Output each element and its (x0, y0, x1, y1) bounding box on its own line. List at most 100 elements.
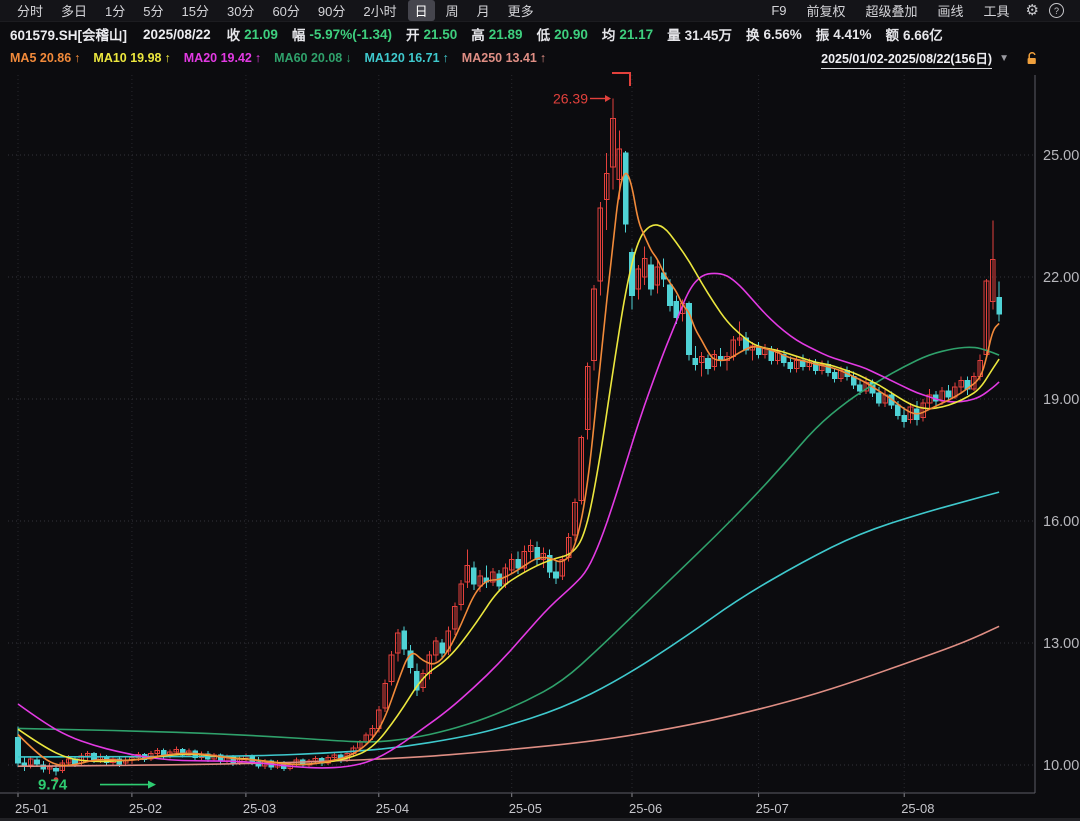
ma-label-value: MA20 19.42 (184, 51, 252, 65)
y-axis-label: 25.00 (1043, 148, 1079, 164)
ma-legend-MA5: MA5 20.86↑ (10, 51, 80, 65)
quote-field-value: 6.56% (763, 27, 801, 42)
tab-日[interactable]: 日 (408, 0, 435, 21)
gear-icon[interactable]: ⚙ (1026, 3, 1039, 18)
quote-field-label: 额 (886, 24, 900, 44)
quote-field-value: 6.66亿 (903, 24, 943, 44)
ma-legend-MA60: MA60 20.08↓ (274, 51, 351, 65)
quote-field-额: 额6.66亿 (886, 24, 943, 44)
chevron-down-icon[interactable]: ▼ (999, 53, 1009, 64)
ma-legend-MA250: MA250 13.41↑ (462, 51, 546, 65)
y-axis-label: 16.00 (1043, 514, 1079, 530)
tab-30分[interactable]: 30分 (220, 0, 261, 21)
y-axis-label: 22.00 (1043, 270, 1079, 286)
tab-1分[interactable]: 1分 (98, 0, 132, 21)
x-axis-label: 25-02 (129, 801, 162, 816)
quote-field-value: 21.50 (423, 27, 457, 42)
x-axis-label: 25-03 (243, 801, 276, 816)
candlestick-chart[interactable]: 25.00 22.00 19.00 16.00 13.00 10.00 25-01 25-02… (0, 70, 1080, 821)
period-tabs: 分时多日1分5分15分30分60分90分2小时日周月更多 (8, 0, 543, 21)
ma-line-MA5 (18, 173, 999, 765)
quote-field-value: 31.45万 (685, 24, 732, 44)
quote-field-开: 开21.50 (406, 24, 457, 44)
candles (16, 99, 1002, 776)
date-range-selector[interactable]: 2025/01/02-2025/08/22(156日) (821, 48, 992, 69)
tab-多日[interactable]: 多日 (54, 0, 94, 21)
candle-down (902, 415, 907, 421)
period-toolbar: 分时多日1分5分15分30分60分90分2小时日周月更多 F9前复权超级叠加画线… (0, 0, 1080, 22)
x-axis-label: 25-07 (756, 801, 789, 816)
stock-symbol: 601579.SH[会稽山] (10, 24, 127, 44)
toolbar-button-工具[interactable]: 工具 (976, 0, 1018, 21)
ma-legend-MA10: MA10 19.98↑ (93, 51, 170, 65)
ma-label-value: MA250 13.41 (462, 51, 537, 65)
quote-field-label: 收 (227, 24, 241, 44)
toolbar-right: F9前复权超级叠加画线工具 ⚙ ? (761, 0, 1072, 21)
ma-legend-bar: MA5 20.86↑ MA10 19.98↑ MA20 19.42 ↑ MA60 20.… (0, 46, 1080, 70)
high-price-label: 26.39 (553, 91, 588, 107)
quote-field-value: 21.09 (244, 27, 278, 42)
tab-更多[interactable]: 更多 (501, 0, 541, 21)
candle-down (440, 643, 445, 653)
quote-field-label: 开 (406, 24, 420, 44)
candle-down (769, 350, 774, 360)
candle-down (554, 572, 559, 578)
high-price-annotation: 26.39 (553, 73, 630, 107)
candle-down (858, 385, 863, 391)
quote-field-振: 振4.41% (816, 24, 872, 44)
quote-field-value: -5.97%(-1.34) (309, 27, 392, 42)
candle-down (896, 405, 901, 415)
ma-trend-arrow: ↑ (540, 51, 546, 65)
tab-分时[interactable]: 分时 (10, 0, 50, 21)
ma-trend-arrow: ↑ (74, 51, 80, 65)
candle-down (35, 760, 40, 764)
x-axis-label: 25-05 (509, 801, 542, 816)
candle-down (997, 297, 1002, 314)
ma-line-MA10 (18, 225, 999, 764)
y-axis-label: 19.00 (1043, 392, 1079, 408)
toolbar-button-超级叠加[interactable]: 超级叠加 (858, 0, 926, 21)
quote-field-量: 量31.45万 (667, 24, 732, 44)
quote-field-label: 振 (816, 24, 830, 44)
quote-field-value: 21.89 (489, 27, 523, 42)
quote-field-label: 高 (471, 24, 485, 44)
candle-down (472, 568, 477, 584)
toolbar-button-F9[interactable]: F9 (763, 2, 794, 19)
quote-field-收: 收21.09 (227, 24, 278, 44)
candle-down (877, 393, 882, 403)
tab-90分[interactable]: 90分 (311, 0, 352, 21)
x-axis-label: 25-08 (901, 801, 934, 816)
quote-field-label: 量 (667, 24, 681, 44)
quote-date: 2025/08/22 (143, 27, 211, 42)
quote-field-value: 4.41% (833, 27, 871, 42)
range-selector: 2025/01/02-2025/08/22(156日) ▼ (821, 48, 1040, 69)
quote-field-label: 幅 (292, 24, 306, 44)
x-axis-label: 25-01 (15, 801, 48, 816)
candle-down (788, 362, 793, 368)
low-price-annotation: 9.74 (38, 777, 156, 794)
toolbar-right-buttons: F9前复权超级叠加画线工具 (761, 0, 1019, 21)
y-axis-label: 13.00 (1043, 636, 1079, 652)
help-icon[interactable]: ? (1049, 3, 1064, 18)
tab-5分[interactable]: 5分 (136, 0, 170, 21)
tab-2小时[interactable]: 2小时 (356, 0, 403, 21)
y-axis-label: 10.00 (1043, 758, 1079, 774)
quote-field-幅: 幅-5.97%(-1.34) (292, 24, 392, 44)
candle-down (516, 560, 521, 568)
tab-月[interactable]: 月 (470, 0, 497, 21)
x-axis-label: 25-04 (376, 801, 409, 816)
ma-label-value: MA60 20.08 (274, 51, 342, 65)
quote-field-低: 低20.90 (537, 24, 588, 44)
tab-60分[interactable]: 60分 (265, 0, 306, 21)
unlock-icon[interactable] (1025, 51, 1040, 66)
ma-trend-arrow: ↑ (165, 51, 171, 65)
tab-周[interactable]: 周 (439, 0, 466, 21)
ma-line-MA250 (18, 626, 999, 766)
ma-trend-arrow: ↑ (443, 51, 449, 65)
quote-field-label: 均 (602, 24, 616, 44)
toolbar-button-画线[interactable]: 画线 (930, 0, 972, 21)
low-price-label: 9.74 (38, 777, 68, 794)
quote-fields: 收21.09 幅-5.97%(-1.34) 开21.50 高 21.89 低20.90 均 2… (227, 24, 957, 44)
toolbar-button-前复权[interactable]: 前复权 (798, 0, 853, 21)
tab-15分[interactable]: 15分 (175, 0, 216, 21)
